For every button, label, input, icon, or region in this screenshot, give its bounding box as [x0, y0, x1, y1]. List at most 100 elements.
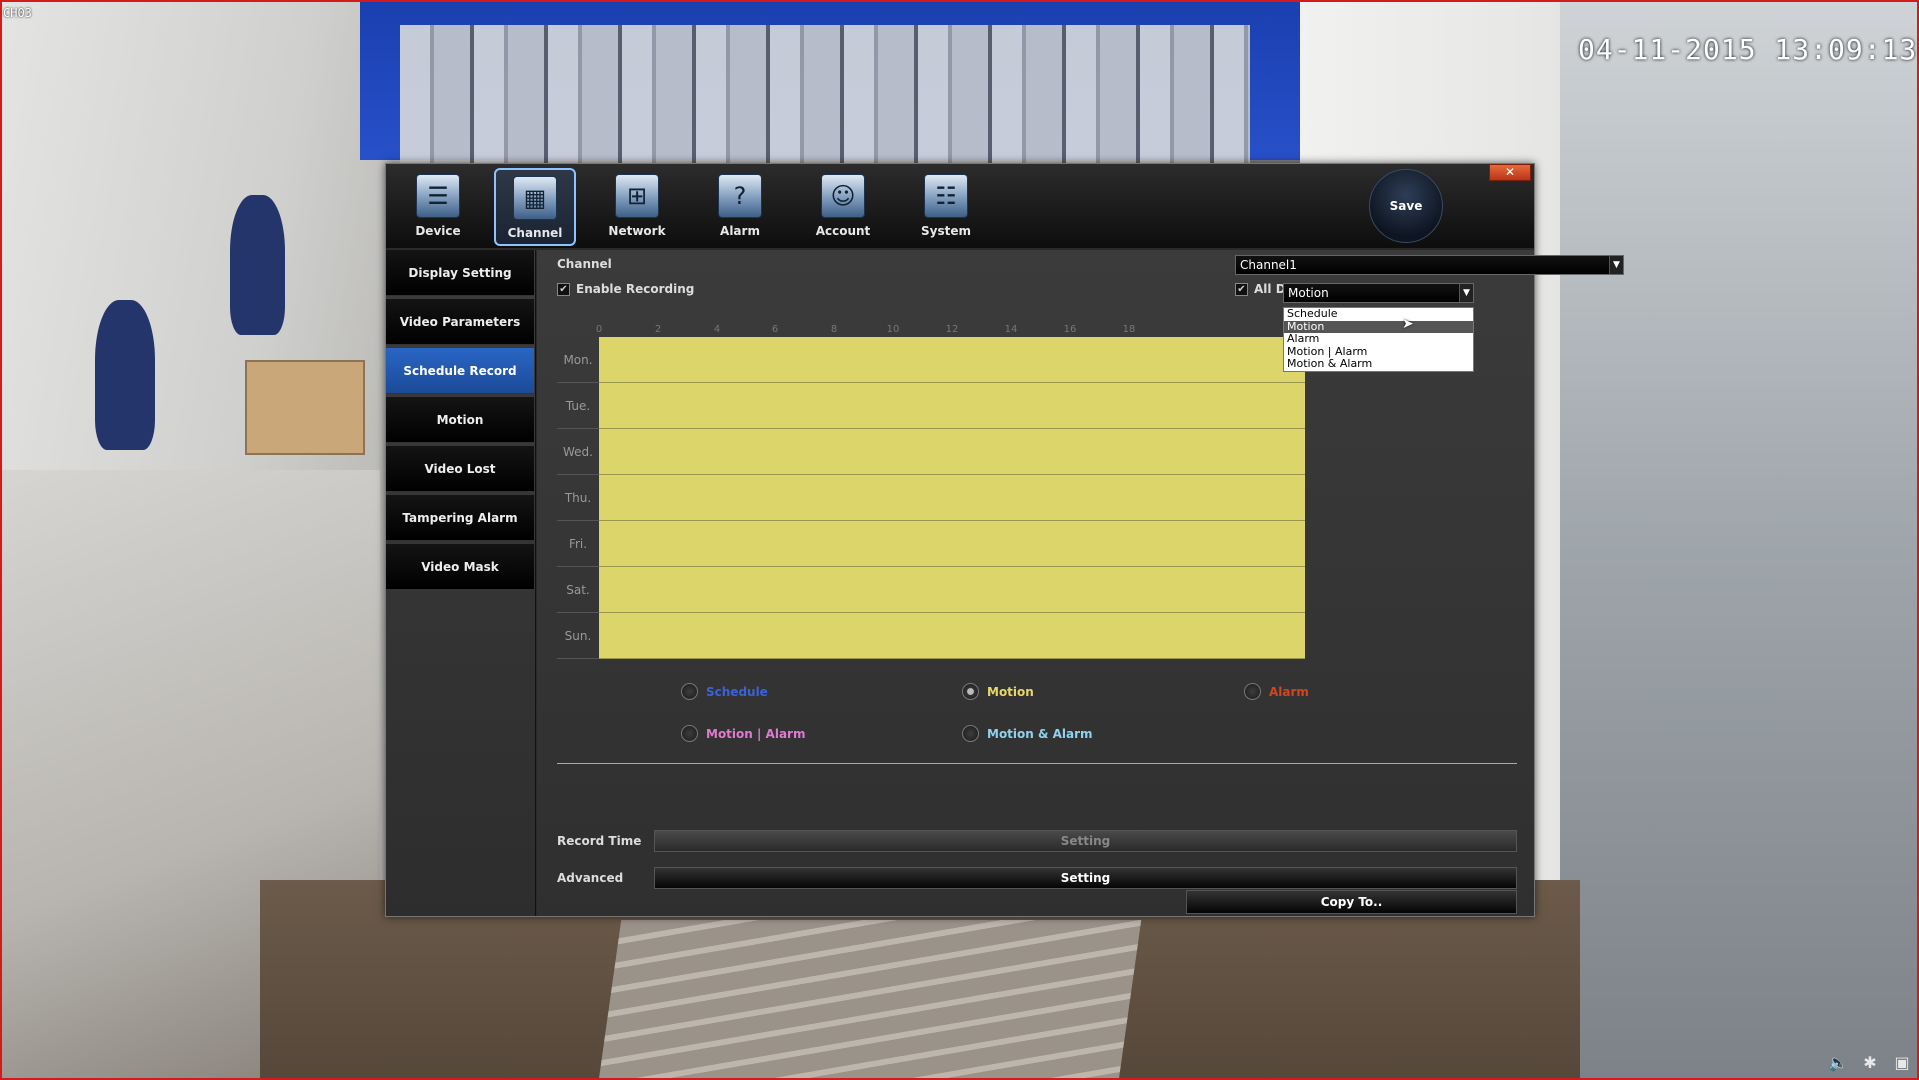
cable-display-rack: [400, 25, 1250, 165]
hour-tick: 10: [886, 324, 900, 335]
account-icon: ☺: [821, 174, 865, 218]
system-icon: ☷: [924, 174, 968, 218]
schedule-row-sun[interactable]: Sun.: [557, 613, 1307, 659]
tool-alarm[interactable]: ? Alarm: [699, 168, 781, 246]
day-label: Tue.: [557, 383, 599, 429]
schedule-bar[interactable]: [599, 521, 1305, 567]
radio-schedule[interactable]: [681, 683, 698, 700]
settings-sidebar: Display Setting Video Parameters Schedul…: [386, 250, 536, 916]
record-mode-value: Motion: [1288, 286, 1329, 300]
legend-motion[interactable]: Motion: [962, 683, 1034, 700]
schedule-bar[interactable]: [599, 337, 1305, 383]
schedule-row-thu[interactable]: Thu.: [557, 475, 1307, 521]
top-toolbar: ☰ Device ▦ Channel ⊞ Network ? Alarm ☺ A…: [386, 164, 1534, 248]
legend-schedule[interactable]: Schedule: [681, 683, 768, 700]
speaker-icon[interactable]: 🔈: [1827, 1052, 1849, 1074]
settings-dialog: ☰ Device ▦ Channel ⊞ Network ? Alarm ☺ A…: [385, 163, 1624, 917]
schedule-bar[interactable]: [599, 567, 1305, 613]
day-label: Mon.: [557, 337, 599, 383]
sidebar-item-video-parameters[interactable]: Video Parameters: [386, 299, 534, 345]
store-window: [1560, 0, 1919, 1080]
mode-option-schedule[interactable]: Schedule: [1284, 308, 1473, 321]
radio-motion-and-alarm[interactable]: [962, 725, 979, 742]
legend-motion-or-alarm[interactable]: Motion | Alarm: [681, 725, 805, 742]
legend-label: Schedule: [706, 684, 768, 699]
schedule-row-wed[interactable]: Wed.: [557, 429, 1307, 475]
osd-timestamp: 04-11-2015 13:09:13: [1578, 33, 1918, 66]
schedule-bar[interactable]: [599, 383, 1305, 429]
person-figure: [95, 300, 155, 450]
radio-alarm[interactable]: [1244, 683, 1261, 700]
store-rug: [598, 920, 1142, 1080]
schedule-grid[interactable]: 0 2 4 6 8 10 12 14 16 18 Mon. Tue. Wed.: [557, 324, 1307, 659]
legend-label: Motion & Alarm: [987, 726, 1093, 741]
save-button[interactable]: Save: [1369, 169, 1443, 243]
schedule-row-tue[interactable]: Tue.: [557, 383, 1307, 429]
hour-tick: 8: [830, 324, 838, 335]
hour-tick: 18: [1122, 324, 1136, 335]
channel-label: Channel: [557, 257, 612, 271]
box-figure: [245, 360, 365, 455]
record-time-setting-button[interactable]: Setting: [654, 830, 1517, 852]
sidebar-item-motion[interactable]: Motion: [386, 397, 534, 443]
channel-select-value: Channel1: [1240, 258, 1297, 272]
hour-tick: 0: [595, 324, 603, 335]
checkbox-check-icon: ✔: [557, 282, 570, 296]
network-status-icon[interactable]: ✱: [1859, 1052, 1881, 1074]
enable-recording-label: Enable Recording: [576, 282, 695, 296]
tool-device[interactable]: ☰ Device: [397, 168, 479, 246]
record-mode-select[interactable]: Motion ▼: [1283, 283, 1474, 303]
sidebar-item-display-setting[interactable]: Display Setting: [386, 250, 534, 296]
chevron-down-icon: ▼: [1459, 284, 1473, 302]
day-label: Sat.: [557, 567, 599, 613]
sidebar-item-tampering-alarm[interactable]: Tampering Alarm: [386, 495, 534, 541]
tool-account[interactable]: ☺ Account: [802, 168, 884, 246]
window-icon[interactable]: ▣: [1891, 1052, 1913, 1074]
tool-label: Network: [608, 224, 666, 238]
tool-system[interactable]: ☷ System: [905, 168, 987, 246]
osd-channel-label: CH03: [3, 6, 32, 20]
mode-option-motion-and-alarm[interactable]: Motion & Alarm: [1284, 358, 1473, 371]
copy-to-button[interactable]: Copy To..: [1186, 890, 1517, 914]
hour-axis: 0 2 4 6 8 10 12 14 16 18: [595, 324, 1305, 336]
hour-tick: 6: [771, 324, 779, 335]
sidebar-item-video-mask[interactable]: Video Mask: [386, 544, 534, 590]
network-icon: ⊞: [615, 174, 659, 218]
schedule-row-fri[interactable]: Fri.: [557, 521, 1307, 567]
tool-label: Channel: [507, 226, 563, 240]
checkbox-check-icon: ✔: [1235, 282, 1248, 296]
hour-tick: 14: [1004, 324, 1018, 335]
alarm-icon: ?: [718, 174, 762, 218]
sidebar-item-video-lost[interactable]: Video Lost: [386, 446, 534, 492]
schedule-bar[interactable]: [599, 475, 1305, 521]
legend-motion-and-alarm[interactable]: Motion & Alarm: [962, 725, 1093, 742]
close-button[interactable]: ✕: [1489, 164, 1531, 181]
day-label: Thu.: [557, 475, 599, 521]
mode-option-alarm[interactable]: Alarm: [1284, 333, 1473, 346]
record-time-label: Record Time: [557, 834, 642, 848]
enable-recording-checkbox[interactable]: ✔ Enable Recording: [557, 282, 694, 296]
legend-label: Motion | Alarm: [706, 726, 806, 741]
schedule-bar[interactable]: [599, 613, 1305, 659]
chevron-down-icon: ▼: [1609, 256, 1623, 274]
system-tray: 🔈 ✱ ▣: [1827, 1052, 1913, 1074]
channel-icon: ▦: [513, 176, 557, 220]
day-label: Wed.: [557, 429, 599, 475]
advanced-setting-button[interactable]: Setting: [654, 867, 1517, 889]
channel-select[interactable]: Channel1 ▼: [1235, 255, 1624, 275]
radio-motion[interactable]: [962, 683, 979, 700]
day-label: Sun.: [557, 613, 599, 659]
tool-network[interactable]: ⊞ Network: [596, 168, 678, 246]
legend-alarm[interactable]: Alarm: [1244, 683, 1309, 700]
schedule-row-sat[interactable]: Sat.: [557, 567, 1307, 613]
hour-tick: 4: [713, 324, 721, 335]
radio-motion-or-alarm[interactable]: [681, 725, 698, 742]
tool-channel[interactable]: ▦ Channel: [494, 168, 576, 246]
sidebar-item-schedule-record[interactable]: Schedule Record: [386, 348, 534, 394]
tool-label: Alarm: [720, 224, 760, 238]
schedule-row-mon[interactable]: Mon.: [557, 337, 1307, 383]
schedule-bar[interactable]: [599, 429, 1305, 475]
record-mode-dropdown: Schedule Motion Alarm Motion | Alarm Mot…: [1283, 307, 1474, 372]
legend-label: Alarm: [1269, 684, 1309, 699]
tool-label: Device: [415, 224, 461, 238]
